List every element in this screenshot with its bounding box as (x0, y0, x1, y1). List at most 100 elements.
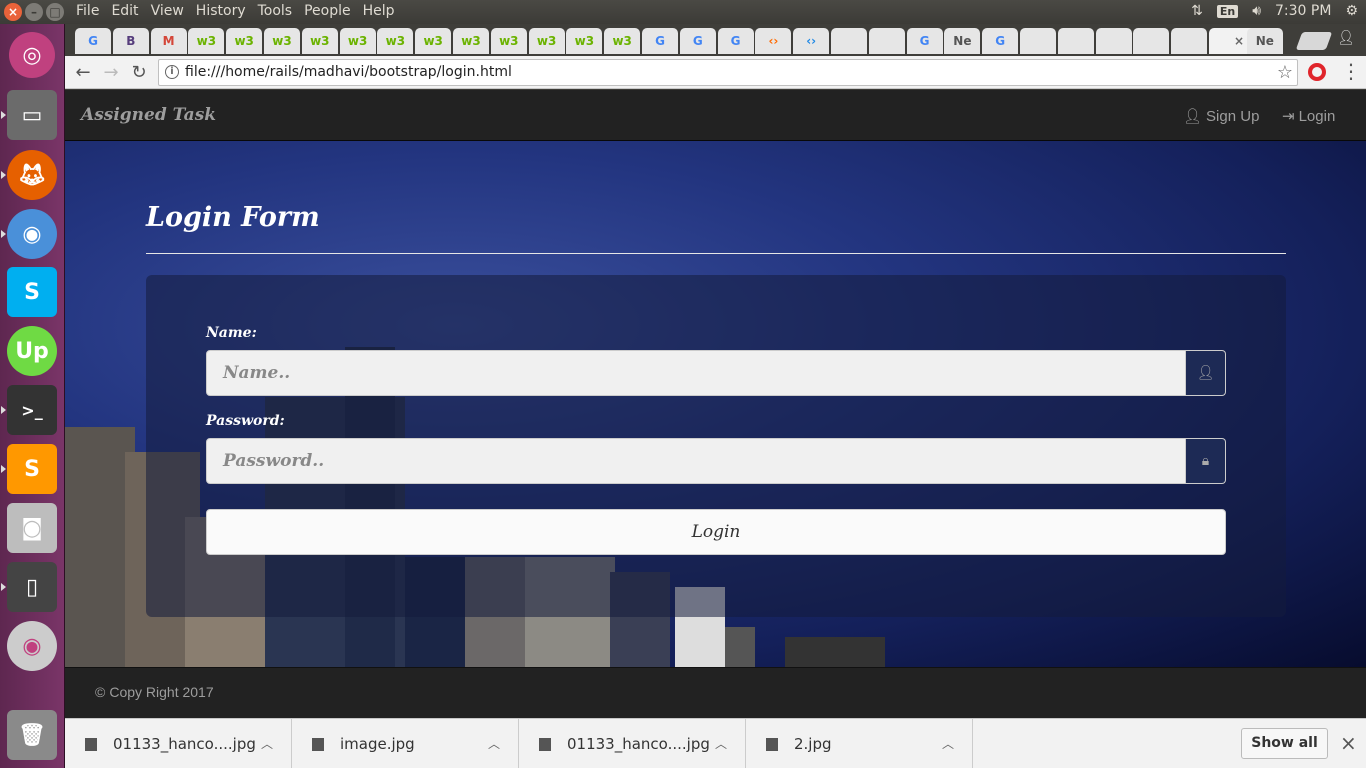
skype-icon[interactable]: S (7, 267, 57, 317)
copyright-text: Copy Right 2017 (109, 684, 214, 700)
window-close-button[interactable]: × (4, 3, 22, 21)
navbar-brand[interactable]: Assigned Task (81, 105, 216, 125)
signup-link[interactable]: 👤︎ Sign Up (1183, 107, 1259, 126)
tab-favicon: G (88, 34, 98, 48)
browser-tab[interactable]: w3 (490, 28, 527, 54)
menu-file[interactable]: File (70, 3, 105, 19)
name-input[interactable]: Name.. (206, 350, 1186, 396)
browser-tab[interactable] (831, 28, 867, 54)
login-submit-button[interactable]: Login (206, 509, 1226, 555)
window-maximize-button[interactable]: □ (46, 3, 64, 21)
browser-tab[interactable] (1095, 28, 1132, 54)
browser-tab[interactable]: w3 (188, 28, 225, 54)
browser-tab[interactable]: G (75, 28, 111, 54)
browser-tab[interactable]: B (112, 28, 149, 54)
browser-tab[interactable] (1133, 28, 1170, 54)
menu-people[interactable]: People (298, 3, 357, 19)
tab-favicon: w3 (234, 34, 254, 48)
browser-tab[interactable] (1057, 28, 1094, 54)
browser-tab[interactable]: w3 (339, 28, 376, 54)
browser-tab[interactable]: w3 (377, 28, 414, 54)
opera-extension-icon[interactable] (1308, 63, 1326, 81)
browser-tab[interactable]: M (150, 28, 187, 54)
browser-tab[interactable] (1171, 28, 1208, 54)
phone-icon[interactable]: ▯ (7, 562, 57, 612)
tab-favicon: Ne (953, 34, 972, 48)
tab-favicon: w3 (612, 34, 632, 48)
address-bar[interactable]: i file:///home/rails/madhavi/bootstrap/l… (158, 59, 1298, 86)
browser-tab[interactable]: G (982, 28, 1019, 54)
chevron-up-icon[interactable]: ︿ (261, 735, 273, 752)
browser-tab[interactable]: w3 (301, 28, 338, 54)
tab-favicon: G (655, 34, 665, 48)
login-form-panel: Name: Name.. 👤︎ Password: Password.. 🔒︎ … (146, 275, 1286, 617)
app-menu-bar: File Edit View History Tools People Help (70, 3, 401, 19)
trash-icon[interactable]: 🗑︎ (7, 710, 57, 760)
sublime-text-icon[interactable]: S (7, 444, 57, 494)
menu-history[interactable]: History (190, 3, 252, 19)
new-tab-button[interactable] (1295, 32, 1333, 50)
tab-favicon: M (162, 34, 175, 48)
browser-tab[interactable]: w3 (453, 28, 489, 54)
chevron-up-icon[interactable]: ︿ (942, 735, 954, 752)
browser-tab[interactable]: G (642, 28, 678, 54)
forward-button[interactable]: → (99, 61, 123, 85)
browser-tab[interactable]: Ne (1246, 28, 1283, 54)
system-tray: ⇅ En 🔊︎ 7:30 PM ⚙ (1191, 3, 1358, 19)
download-item[interactable]: image.jpg ︿ (292, 719, 519, 768)
download-item[interactable]: 2.jpg ︿ (746, 719, 973, 768)
firefox-icon[interactable]: 🦊︎ (7, 150, 57, 200)
reload-button[interactable]: ↻ (127, 61, 151, 85)
camera-icon[interactable]: ◙ (7, 503, 57, 553)
menu-edit[interactable]: Edit (105, 3, 144, 19)
ubuntu-dash-icon[interactable]: ◎ (9, 32, 55, 78)
clock[interactable]: 7:30 PM (1275, 3, 1331, 19)
tab-close-icon[interactable]: × (1234, 34, 1244, 48)
browser-tab[interactable]: w3 (604, 28, 641, 54)
browser-tab[interactable]: w3 (566, 28, 603, 54)
upwork-icon[interactable]: Up (7, 326, 57, 376)
browser-tab[interactable]: w3 (415, 28, 452, 54)
browser-tab[interactable]: w3 (264, 28, 300, 54)
network-icon[interactable]: ⇅ (1191, 3, 1203, 19)
keyboard-layout-indicator[interactable]: En (1216, 4, 1239, 18)
browser-tab[interactable]: w3 (528, 28, 565, 54)
files-icon[interactable]: ▭ (7, 90, 57, 140)
browser-tab[interactable]: ‹› (793, 28, 830, 54)
browser-tab[interactable]: G (717, 28, 754, 54)
tab-favicon: w3 (461, 34, 481, 48)
tab-favicon: w3 (385, 34, 406, 48)
download-item[interactable]: 01133_hanco....jpg ︿ (519, 719, 746, 768)
browser-tab[interactable] (1020, 28, 1056, 54)
site-info-icon[interactable]: i (165, 65, 179, 79)
browser-tab[interactable] (868, 28, 905, 54)
browser-tab[interactable]: G (906, 28, 943, 54)
running-indicator (1, 583, 6, 591)
chevron-up-icon[interactable]: ︿ (715, 735, 727, 752)
image-file-icon (85, 737, 97, 751)
chevron-up-icon[interactable]: ︿ (488, 735, 500, 752)
volume-icon[interactable]: 🔊︎ (1252, 3, 1261, 19)
menu-tools[interactable]: Tools (252, 3, 299, 19)
bookmark-star-icon[interactable]: ☆ (1277, 60, 1293, 85)
menu-view[interactable]: View (145, 3, 190, 19)
menu-help[interactable]: Help (357, 3, 401, 19)
close-shelf-icon[interactable]: × (1340, 731, 1357, 755)
settings-gear-icon[interactable]: ⚙ (1345, 3, 1358, 19)
browser-menu-icon[interactable]: ⋮ (1341, 59, 1361, 83)
terminal-icon[interactable]: >_ (7, 385, 57, 435)
password-input[interactable]: Password.. (206, 438, 1186, 484)
tab-favicon: w3 (347, 34, 368, 48)
browser-tab[interactable]: w3 (226, 28, 263, 54)
back-button[interactable]: ← (71, 61, 95, 85)
browser-tab[interactable]: ‹› (755, 28, 792, 54)
window-minimize-button[interactable]: – (25, 3, 43, 21)
disc-icon[interactable]: ◉ (7, 621, 57, 671)
show-all-downloads-button[interactable]: Show all (1241, 728, 1328, 759)
browser-tab[interactable]: Ne (944, 28, 981, 54)
browser-tab[interactable]: G (679, 28, 716, 54)
login-link[interactable]: ⇥ Login (1282, 107, 1335, 126)
download-item[interactable]: 01133_hanco....jpg ︿ (65, 719, 292, 768)
chromium-icon[interactable]: ◉ (7, 209, 57, 259)
user-profile-icon[interactable]: 👤︎ (1337, 30, 1355, 46)
